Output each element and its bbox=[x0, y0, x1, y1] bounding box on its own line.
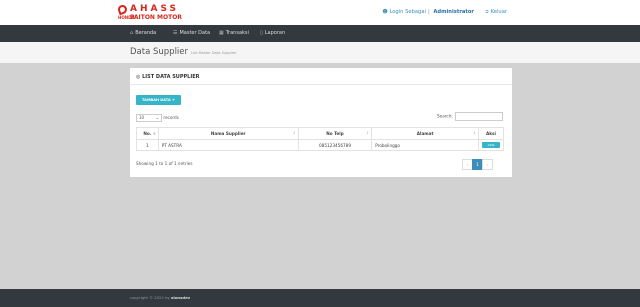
username[interactable]: Administrator bbox=[433, 9, 474, 15]
user-info: ☻ Login Sebagai | Administrator bbox=[382, 9, 474, 15]
supplier-table: No. ▲ Nama Supplier ↕ No Telp ↕ Alamat ↕ Aks… bbox=[136, 127, 504, 151]
sort-asc-icon: ▲ bbox=[153, 131, 156, 135]
page-subtitle: List Master Data Supplier bbox=[191, 51, 237, 55]
file-icon: ▯ bbox=[260, 30, 263, 36]
col-label: Aksi bbox=[486, 131, 496, 136]
divider bbox=[130, 84, 512, 85]
table-info: Showing 1 to 1 of 1 entries bbox=[136, 161, 193, 166]
nav-item-transaksi[interactable]: ▦ Transaksi bbox=[219, 30, 249, 36]
records-select-value: 10 bbox=[139, 115, 145, 120]
nav-item-master-data[interactable]: ☰ Master Data bbox=[173, 30, 210, 36]
table-row: 1 PT ASTRA 085123456789 Probolinggo AKSI bbox=[136, 139, 504, 151]
col-aksi[interactable]: Aksi bbox=[478, 127, 504, 140]
add-data-button[interactable]: TAMBAH DATA + bbox=[136, 95, 181, 105]
card-title-text: LIST DATA SUPPLIER bbox=[142, 74, 200, 80]
chevron-down-icon: ⌄ bbox=[155, 115, 159, 120]
search-area: Search: bbox=[437, 112, 503, 121]
records-select[interactable]: 10 ⌄ bbox=[136, 114, 162, 122]
sort-icon: ↕ bbox=[366, 131, 370, 135]
supplier-card: ◎ LIST DATA SUPPLIER TAMBAH DATA + 10 ⌄ r… bbox=[130, 68, 512, 177]
logout-icon: ➲ bbox=[484, 9, 489, 15]
ahass-logo[interactable]: AHASS HONDA PAITON MOTOR bbox=[116, 3, 188, 21]
col-label: Alamat bbox=[416, 131, 434, 136]
search-label: Search: bbox=[437, 113, 453, 119]
logout-label: Keluar bbox=[490, 9, 507, 15]
aksi-dropdown-button[interactable]: AKSI bbox=[482, 142, 500, 148]
sort-icon: ↕ bbox=[292, 131, 296, 135]
cart-icon: ▦ bbox=[219, 30, 224, 36]
nav-item-laporan[interactable]: ▯ Laporan bbox=[260, 30, 285, 36]
search-input[interactable] bbox=[454, 112, 503, 121]
col-nama-supplier[interactable]: Nama Supplier ↕ bbox=[157, 127, 299, 140]
nav-label: Transaksi bbox=[225, 30, 249, 36]
home-icon: ⌂ bbox=[130, 30, 134, 36]
card-title: ◎ LIST DATA SUPPLIER bbox=[136, 74, 200, 80]
nav-label: Master Data bbox=[179, 30, 211, 36]
page-title: Data Supplier List Master Data Supplier bbox=[130, 47, 236, 57]
col-no-telp[interactable]: No Telp ↕ bbox=[297, 127, 373, 140]
cell-alamat: Probolinggo bbox=[371, 139, 479, 151]
logo-dealer-text: PAITON MOTOR bbox=[130, 14, 182, 21]
cell-nama-supplier: PT ASTRA bbox=[157, 139, 299, 151]
col-alamat[interactable]: Alamat ↕ bbox=[371, 127, 479, 140]
col-label: Nama Supplier bbox=[210, 131, 246, 136]
top-header: AHASS HONDA PAITON MOTOR ☻ Login Sebagai… bbox=[0, 0, 640, 25]
database-icon: ☰ bbox=[173, 30, 178, 36]
nav-item-beranda[interactable]: ⌂ Beranda bbox=[130, 30, 156, 36]
pagination: ‹ 1 › bbox=[462, 159, 493, 170]
col-label: No Telp bbox=[326, 131, 344, 136]
login-as-label: Login Sebagai bbox=[389, 9, 426, 15]
col-label: No. bbox=[143, 131, 152, 136]
records-label: records bbox=[163, 115, 179, 120]
cell-no: 1 bbox=[136, 139, 159, 151]
logout-link[interactable]: ➲ Keluar bbox=[485, 9, 507, 15]
copyright-text: copyright © 2022 by bbox=[130, 295, 170, 300]
cell-no-telp: 085123456789 bbox=[297, 139, 373, 151]
page-header: Data Supplier List Master Data Supplier bbox=[0, 42, 640, 63]
col-no[interactable]: No. ▲ bbox=[136, 127, 159, 140]
logo-ahass-text: AHASS bbox=[130, 4, 180, 14]
cell-aksi: AKSI bbox=[478, 139, 504, 151]
footer-copyright: copyright © 2022 by alonsdev bbox=[130, 295, 190, 300]
nav-label: Laporan bbox=[264, 30, 286, 36]
sort-icon: ↕ bbox=[473, 131, 476, 135]
nav-label: Beranda bbox=[135, 30, 157, 36]
user-icon: ☻ bbox=[382, 9, 388, 15]
honda-wing-logo bbox=[116, 3, 129, 16]
page-title-text: Data Supplier bbox=[130, 47, 189, 57]
footer: copyright © 2022 by alonsdev bbox=[0, 289, 640, 307]
main-navbar: ⌂ Beranda ☰ Master Data ▦ Transaksi ▯ Lapora… bbox=[0, 25, 640, 42]
list-icon: ◎ bbox=[136, 74, 141, 80]
pagination-next[interactable]: › bbox=[482, 159, 493, 170]
table-header-row: No. ▲ Nama Supplier ↕ No Telp ↕ Alamat ↕ Aks… bbox=[136, 127, 504, 140]
records-length: 10 ⌄ records bbox=[136, 114, 179, 122]
footer-author: alonsdev bbox=[170, 295, 191, 300]
